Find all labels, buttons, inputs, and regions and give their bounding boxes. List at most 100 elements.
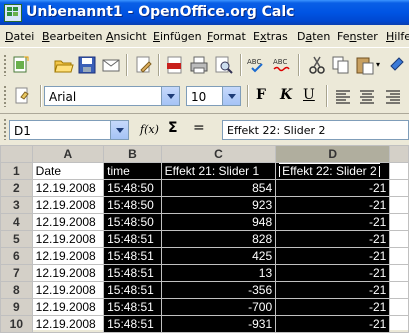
cell-c[interactable]: 425: [160, 247, 277, 265]
cell-d[interactable]: -21: [275, 281, 391, 299]
save-icon[interactable]: [76, 54, 98, 76]
paste-icon[interactable]: [354, 54, 376, 76]
cell-a[interactable]: 12.19.2008: [31, 281, 105, 299]
cell-d-active[interactable]: Effekt 22: Slider 2: [275, 162, 391, 180]
cell-b[interactable]: 15:48:50: [103, 213, 162, 231]
cell-c[interactable]: -700: [160, 298, 277, 316]
cell-empty[interactable]: [389, 162, 409, 180]
row-header[interactable]: 9: [0, 298, 33, 316]
copy-icon[interactable]: [330, 54, 352, 76]
autospellcheck-icon[interactable]: ABC: [272, 54, 294, 76]
cell-c[interactable]: 828: [160, 230, 277, 248]
column-header-c[interactable]: C: [160, 145, 277, 163]
page-preview-icon[interactable]: [212, 54, 234, 76]
open-folder-icon[interactable]: [52, 54, 74, 76]
cell-d[interactable]: -21: [275, 264, 391, 282]
edit-file-icon[interactable]: [132, 54, 154, 76]
spellcheck-icon[interactable]: ABC: [246, 54, 268, 76]
column-header-b[interactable]: B: [103, 145, 162, 163]
cell-b[interactable]: 15:48:50: [103, 196, 162, 214]
italic-button[interactable]: K: [280, 87, 292, 103]
cut-icon[interactable]: [306, 54, 328, 76]
row-header[interactable]: 4: [0, 213, 33, 231]
chevron-down-icon[interactable]: [222, 87, 240, 105]
cell-b[interactable]: time: [103, 162, 162, 180]
align-right-icon[interactable]: [382, 85, 404, 107]
toolbar-grip[interactable]: [3, 118, 7, 140]
new-document-icon[interactable]: [10, 54, 32, 76]
cell-a[interactable]: 12.19.2008: [31, 264, 105, 282]
select-all-corner[interactable]: [0, 145, 33, 163]
cell-a[interactable]: Date: [31, 162, 105, 180]
row-header[interactable]: 6: [0, 247, 33, 265]
menu-ansicht[interactable]: Ansicht: [106, 30, 147, 43]
menu-einfuegen[interactable]: Einfügen: [153, 30, 202, 43]
row-header[interactable]: 8: [0, 281, 33, 299]
cell-c[interactable]: 13: [160, 264, 277, 282]
cell-d[interactable]: -21: [275, 230, 391, 248]
cell-b[interactable]: 15:48:51: [103, 247, 162, 265]
row-header[interactable]: 2: [0, 179, 33, 197]
cell-b[interactable]: 15:48:51: [103, 281, 162, 299]
toolbar-grip[interactable]: [3, 54, 7, 76]
cell-empty[interactable]: [389, 196, 409, 214]
font-name-combo[interactable]: Arial: [44, 86, 180, 106]
name-box[interactable]: D1: [9, 120, 129, 140]
row-header[interactable]: 3: [0, 196, 33, 214]
align-center-icon[interactable]: [356, 85, 378, 107]
export-pdf-icon[interactable]: [164, 54, 186, 76]
function-button[interactable]: =: [193, 120, 205, 136]
font-size-combo[interactable]: 10: [186, 86, 241, 106]
email-icon[interactable]: [100, 54, 122, 76]
cell-c[interactable]: Effekt 21: Slider 1: [160, 162, 277, 180]
cell-c[interactable]: -356: [160, 281, 277, 299]
cell-empty[interactable]: [389, 213, 409, 231]
chevron-down-icon[interactable]: [110, 121, 128, 139]
styles-formatting-icon[interactable]: [12, 85, 34, 107]
menu-fenster[interactable]: Fenster: [337, 30, 378, 43]
cell-empty[interactable]: [389, 281, 409, 299]
underline-button[interactable]: U: [303, 87, 315, 103]
sum-button[interactable]: Σ: [168, 120, 178, 136]
format-paintbrush-icon[interactable]: [387, 54, 409, 76]
title-bar[interactable]: Unbenannt1 - OpenOffice.org Calc: [0, 0, 409, 25]
cell-b[interactable]: 15:48:50: [103, 179, 162, 197]
cell-d[interactable]: -21: [275, 298, 391, 316]
spreadsheet-grid[interactable]: A B C D 1 Date time Effekt 21: Slider 1 …: [0, 145, 409, 333]
align-left-icon[interactable]: [332, 85, 354, 107]
formula-input[interactable]: Effekt 22: Slider 2: [222, 120, 409, 140]
chevron-down-icon[interactable]: [161, 87, 179, 105]
cell-d[interactable]: -21: [275, 179, 391, 197]
column-header-next[interactable]: [389, 145, 409, 163]
print-icon[interactable]: [188, 54, 210, 76]
cell-a[interactable]: 12.19.2008: [31, 213, 105, 231]
paste-dropdown-arrow-icon[interactable]: ▾: [376, 60, 380, 69]
cell-d[interactable]: -21: [275, 247, 391, 265]
toolbar-grip[interactable]: [3, 85, 7, 107]
cell-b[interactable]: 15:48:51: [103, 230, 162, 248]
cell-c[interactable]: 923: [160, 196, 277, 214]
menu-bearbeiten[interactable]: Bearbeiten: [42, 30, 102, 43]
cell-empty[interactable]: [389, 179, 409, 197]
cell-a[interactable]: 12.19.2008: [31, 298, 105, 316]
menu-extras[interactable]: Extras: [253, 30, 288, 43]
cell-b[interactable]: 15:48:51: [103, 264, 162, 282]
bold-button[interactable]: F: [256, 87, 266, 103]
column-header-d[interactable]: D: [275, 145, 391, 163]
cell-a[interactable]: 12.19.2008: [31, 247, 105, 265]
column-header-a[interactable]: A: [31, 145, 105, 163]
cell-b[interactable]: 15:48:51: [103, 298, 162, 316]
function-wizard-button[interactable]: f(x): [140, 123, 159, 136]
cell-c[interactable]: 948: [160, 213, 277, 231]
menu-format[interactable]: Format: [207, 30, 246, 43]
cell-empty[interactable]: [389, 247, 409, 265]
row-header[interactable]: 7: [0, 264, 33, 282]
menu-hilfe[interactable]: Hilfe: [386, 30, 409, 43]
cell-empty[interactable]: [389, 230, 409, 248]
cell-empty[interactable]: [389, 298, 409, 316]
cell-c[interactable]: 854: [160, 179, 277, 197]
row-header[interactable]: 5: [0, 230, 33, 248]
cell-empty[interactable]: [389, 264, 409, 282]
menu-datei[interactable]: Datei: [5, 30, 34, 43]
cell-a[interactable]: 12.19.2008: [31, 230, 105, 248]
